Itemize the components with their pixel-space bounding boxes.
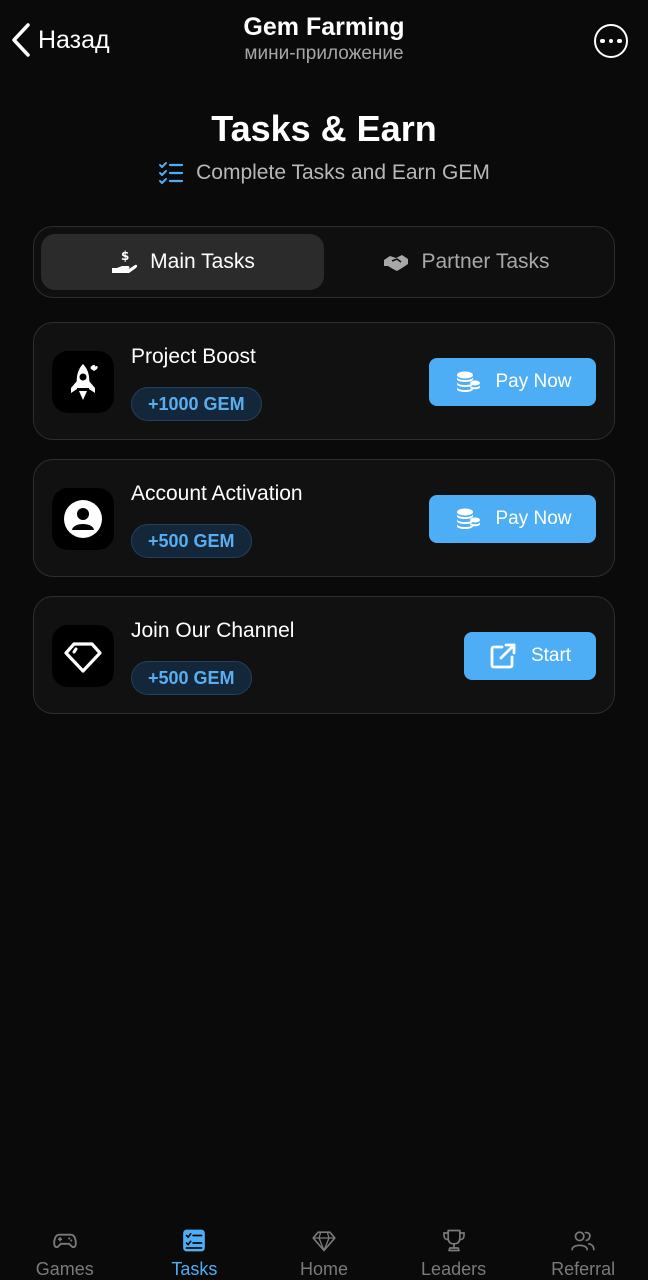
nav-tasks-label: Tasks [171, 1259, 218, 1279]
svg-text:$: $ [121, 249, 129, 263]
task-tabs: $ Main Tasks Partner Tasks [33, 226, 615, 298]
checklist-icon [159, 162, 184, 184]
app-subtitle: мини-приложение [244, 43, 404, 64]
reward-badge: +1000 GEM [131, 387, 262, 421]
app-title: Gem Farming [243, 13, 405, 41]
nav-leaders[interactable]: Leaders [389, 1220, 519, 1280]
dot [617, 38, 622, 44]
gamepad-icon [53, 1233, 77, 1249]
nav-home[interactable]: Home [259, 1220, 389, 1280]
nav-referral[interactable]: Referral [518, 1220, 648, 1280]
nav-tasks[interactable]: Tasks [130, 1220, 260, 1280]
more-options-button[interactable] [594, 24, 628, 58]
start-button[interactable]: Start [464, 632, 596, 680]
task-title: Project Boost [131, 345, 256, 368]
coins-icon [457, 371, 481, 392]
hand-coin-icon: $ [112, 249, 138, 273]
dot [608, 38, 614, 44]
checklist-icon [183, 1229, 206, 1252]
task-icon-box [52, 625, 114, 687]
nav-games-label: Games [35, 1259, 94, 1279]
pay-now-button[interactable]: Pay Now [429, 495, 596, 543]
pay-now-label: Pay Now [495, 371, 572, 392]
tab-partner-tasks[interactable]: Partner Tasks [324, 234, 607, 290]
page-title: Tasks & Earn [211, 108, 437, 149]
nav-games[interactable]: Games [0, 1220, 130, 1280]
page-subtitle-text: Complete Tasks and Earn GEM [196, 161, 490, 184]
user-icon [64, 500, 102, 538]
users-icon [571, 1231, 595, 1251]
bottom-nav: Games Tasks Home Leaders Referral [0, 1220, 648, 1280]
task-title: Account Activation [131, 482, 303, 505]
handshake-icon [383, 255, 408, 271]
page-subtitle: Complete Tasks and Earn GEM [0, 160, 648, 186]
dot [600, 38, 605, 44]
tab-main-tasks[interactable]: $ Main Tasks [41, 234, 324, 290]
nav-referral-label: Referral [551, 1259, 616, 1279]
trophy-icon [442, 1229, 465, 1252]
external-link-icon [490, 643, 516, 669]
pay-now-button[interactable]: Pay Now [429, 358, 596, 406]
nav-home-label: Home [299, 1259, 348, 1279]
task-icon-box [52, 351, 114, 413]
top-bar: Назад Gem Farming мини-приложение [0, 0, 648, 84]
diamond-icon [64, 642, 102, 673]
start-label: Start [530, 645, 572, 666]
task-card-account-activation: Account Activation +500 GEM Pay Now [33, 459, 615, 577]
diamond-icon [312, 1231, 336, 1252]
rocket-icon [71, 364, 98, 400]
task-card-project-boost: Project Boost +1000 GEM Pay Now [33, 322, 615, 440]
tab-main-tasks-label: Main Tasks [150, 250, 255, 273]
tab-partner-tasks-label: Partner Tasks [421, 250, 550, 273]
reward-badge: +500 GEM [131, 661, 252, 695]
pay-now-label: Pay Now [495, 508, 572, 529]
task-title: Join Our Channel [131, 619, 295, 642]
task-card-join-channel: Join Our Channel +500 GEM Start [33, 596, 615, 714]
nav-leaders-label: Leaders [421, 1259, 487, 1279]
reward-badge: +500 GEM [131, 524, 252, 558]
coins-icon [457, 508, 481, 529]
app-title-block: Gem Farming мини-приложение [0, 12, 648, 66]
task-icon-box [52, 488, 114, 550]
